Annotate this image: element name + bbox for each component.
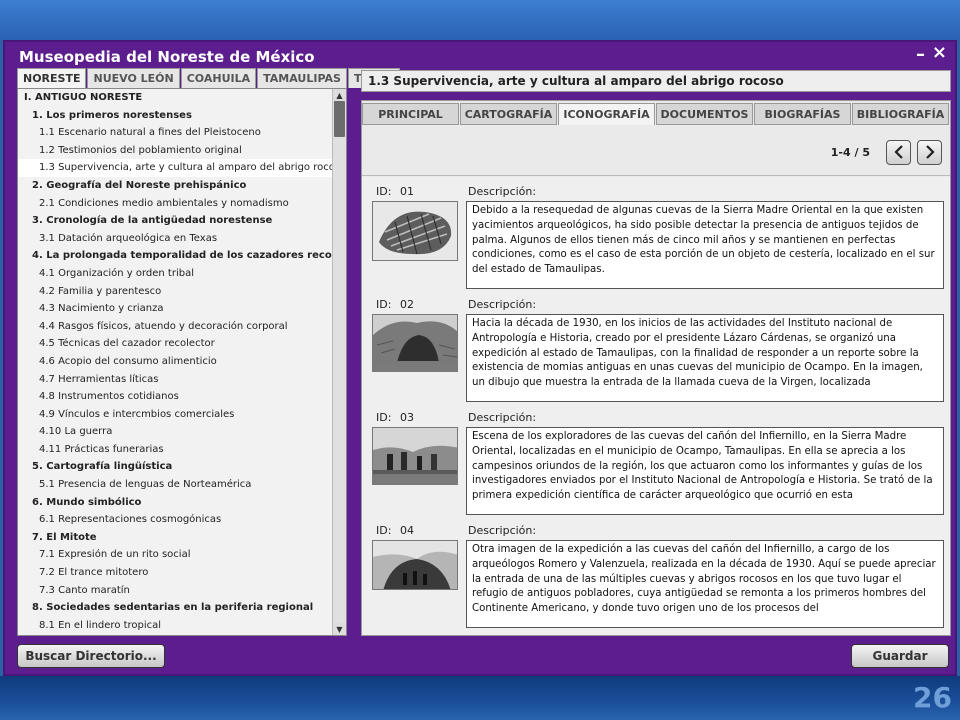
description-label: Descripción: [468,524,537,537]
record-item: ID: 04 Descripción: Otra imagen de la ex… [362,516,950,629]
tree-item[interactable]: 6.1 Representaciones cosmogónicas [18,511,332,529]
record-item: ID: 02 Descripción: Hacia la década de 1… [362,290,950,403]
description-text: Debido a la resequedad de algunas cuevas… [466,201,944,289]
tree-item[interactable]: 7.2 El trance mitotero [18,564,332,582]
app-title: Museopedia del Noreste de México [19,48,315,66]
minimize-icon[interactable]: – [916,44,925,65]
id-label: ID: [376,411,392,424]
section-title: 1.3 Supervivencia, arte y cultura al amp… [361,70,951,92]
tree-item[interactable]: 4.6 Acopio del consumo alimenticio [18,353,332,371]
content-panel: PRINCIPAL CARTOGRAFÍA ICONOGRAFÍA DOCUME… [361,100,951,636]
thumbnail-caption-bar [372,475,458,485]
prev-page-button[interactable] [886,139,911,165]
tab-documentos[interactable]: DOCUMENTOS [656,103,753,125]
divider [362,175,950,176]
record-id: 04 [400,524,414,537]
tab-noreste[interactable]: NORESTE [17,68,87,88]
tree-item[interactable]: 1. Los primeros norestenses [18,107,332,125]
tree-item[interactable]: 4.9 Vínculos e intercmbios comerciales [18,406,332,424]
description-text: Otra imagen de la expedición a las cueva… [466,540,944,628]
record-thumbnail[interactable] [372,427,458,475]
tree-item[interactable]: 4.3 Nacimiento y crianza [18,300,332,318]
thumbnail-caption-bar [372,362,458,372]
tree-item[interactable]: 4.7 Herramientas líticas [18,371,332,389]
tree-item[interactable]: 7.3 Canto maratín [18,582,332,600]
tree-scrollbar[interactable]: ▲ ▼ [332,89,346,635]
tree-item[interactable]: 1.3 Supervivencia, arte y cultura al amp… [18,159,332,177]
tree-item[interactable]: 8.1 En el lindero tropical [18,617,332,635]
tab-coahuila[interactable]: COAHUILA [180,68,257,88]
tab-principal[interactable]: PRINCIPAL [362,103,459,125]
description-label: Descripción: [468,298,537,311]
app-window: Museopedia del Noreste de México – × NOR… [3,40,957,676]
tree-item[interactable]: 5. Cartografía lingüística [18,458,332,476]
cave-entrance-photo-image [373,541,457,589]
tree-item[interactable]: 2. Geografía del Noreste prehispánico [18,177,332,195]
tree-item[interactable]: 2.1 Condiciones medio ambientales y noma… [18,195,332,213]
guardar-button[interactable]: Guardar [851,644,949,668]
record-thumbnail[interactable] [372,540,458,590]
description-text: Escena de los exploradores de las cuevas… [466,427,944,515]
record-thumbnail[interactable] [372,201,458,261]
id-label: ID: [376,298,392,311]
scroll-up-icon[interactable]: ▲ [333,89,346,101]
tree-item[interactable]: 4.2 Familia y parentesco [18,283,332,301]
records-list: ID: 01 Descripción: Debido a la resequed… [362,177,950,635]
tree-item[interactable]: 7. El Mitote [18,529,332,547]
topic-tree: I. ANTIGUO NORESTE 1. Los primeros norest… [17,88,347,636]
record-item: ID: 01 Descripción: Debido a la resequed… [362,177,950,290]
record-item: ID: 03 Descripción: Escena de los explor… [362,403,950,516]
pager-count: 1-4 / 5 [830,145,870,159]
tree-item[interactable]: 4.10 La guerra [18,423,332,441]
tree-item[interactable]: 6. Mundo simbólico [18,494,332,512]
tree-item[interactable]: 3.1 Datación arqueológica en Texas [18,230,332,248]
record-thumbnail[interactable] [372,314,458,362]
tab-biografias[interactable]: BIOGRAFÍAS [754,103,851,125]
topic-tree-list: I. ANTIGUO NORESTE 1. Los primeros norest… [18,89,332,634]
tab-cartografia[interactable]: CARTOGRAFÍA [460,103,557,125]
record-id: 01 [400,185,414,198]
tree-item[interactable]: 1.2 Testimonios del poblamiento original [18,142,332,160]
chevron-right-icon [925,145,935,159]
pager: 1-4 / 5 [831,139,942,165]
content-tabs: PRINCIPAL CARTOGRAFÍA ICONOGRAFÍA DOCUME… [362,103,950,125]
scroll-down-icon[interactable]: ▼ [333,623,346,635]
tree-item[interactable]: 4.11 Prácticas funerarias [18,441,332,459]
tree-item[interactable]: 4. La prolongada temporalidad de los caz… [18,247,332,265]
explorers-photo-image [373,428,457,474]
region-tabs: NORESTE NUEVO LEÓN COAHUILA TAMAULIPAS T… [17,68,400,88]
record-id: 02 [400,298,414,311]
tree-item[interactable]: 8. Sociedades sedentarias en la periferi… [18,599,332,617]
slide-number: 26 [913,681,952,714]
buscar-directorio-button[interactable]: Buscar Directorio... [17,644,165,668]
basket-photo-image [373,202,457,260]
description-label: Descripción: [468,185,537,198]
tree-item[interactable]: 4.5 Técnicas del cazador recolector [18,335,332,353]
tab-bibliografia[interactable]: BIBLIOGRAFÍA [852,103,949,125]
cave-drawing-image [373,315,457,361]
tree-item[interactable]: 7.1 Expresión de un rito social [18,546,332,564]
id-label: ID: [376,185,392,198]
tree-item[interactable]: 1.1 Escenario natural a fines del Pleist… [18,124,332,142]
desktop-bottom-band [0,676,960,720]
id-label: ID: [376,524,392,537]
tab-iconografia[interactable]: ICONOGRAFÍA [558,103,655,125]
tree-item[interactable]: 4.4 Rasgos físicos, atuendo y decoración… [18,318,332,336]
tree-item[interactable]: 4.1 Organización y orden tribal [18,265,332,283]
tree-item[interactable]: 3. Cronología de la antigüedad norestens… [18,212,332,230]
chevron-left-icon [893,145,903,159]
tab-tamaulipas[interactable]: TAMAULIPAS [257,68,347,88]
close-icon[interactable]: × [932,42,947,63]
description-text: Hacia la década de 1930, en los inicios … [466,314,944,402]
tree-item[interactable]: 4.8 Instrumentos cotidianos [18,388,332,406]
description-label: Descripción: [468,411,537,424]
record-id: 03 [400,411,414,424]
tab-nuevo-leon[interactable]: NUEVO LEÓN [87,68,180,88]
tree-item[interactable]: 5.1 Presencia de lenguas de Norteamérica [18,476,332,494]
next-page-button[interactable] [917,139,942,165]
tree-item[interactable]: I. ANTIGUO NORESTE [18,89,332,107]
desktop-top-band [0,0,960,40]
scroll-thumb[interactable] [334,101,345,137]
